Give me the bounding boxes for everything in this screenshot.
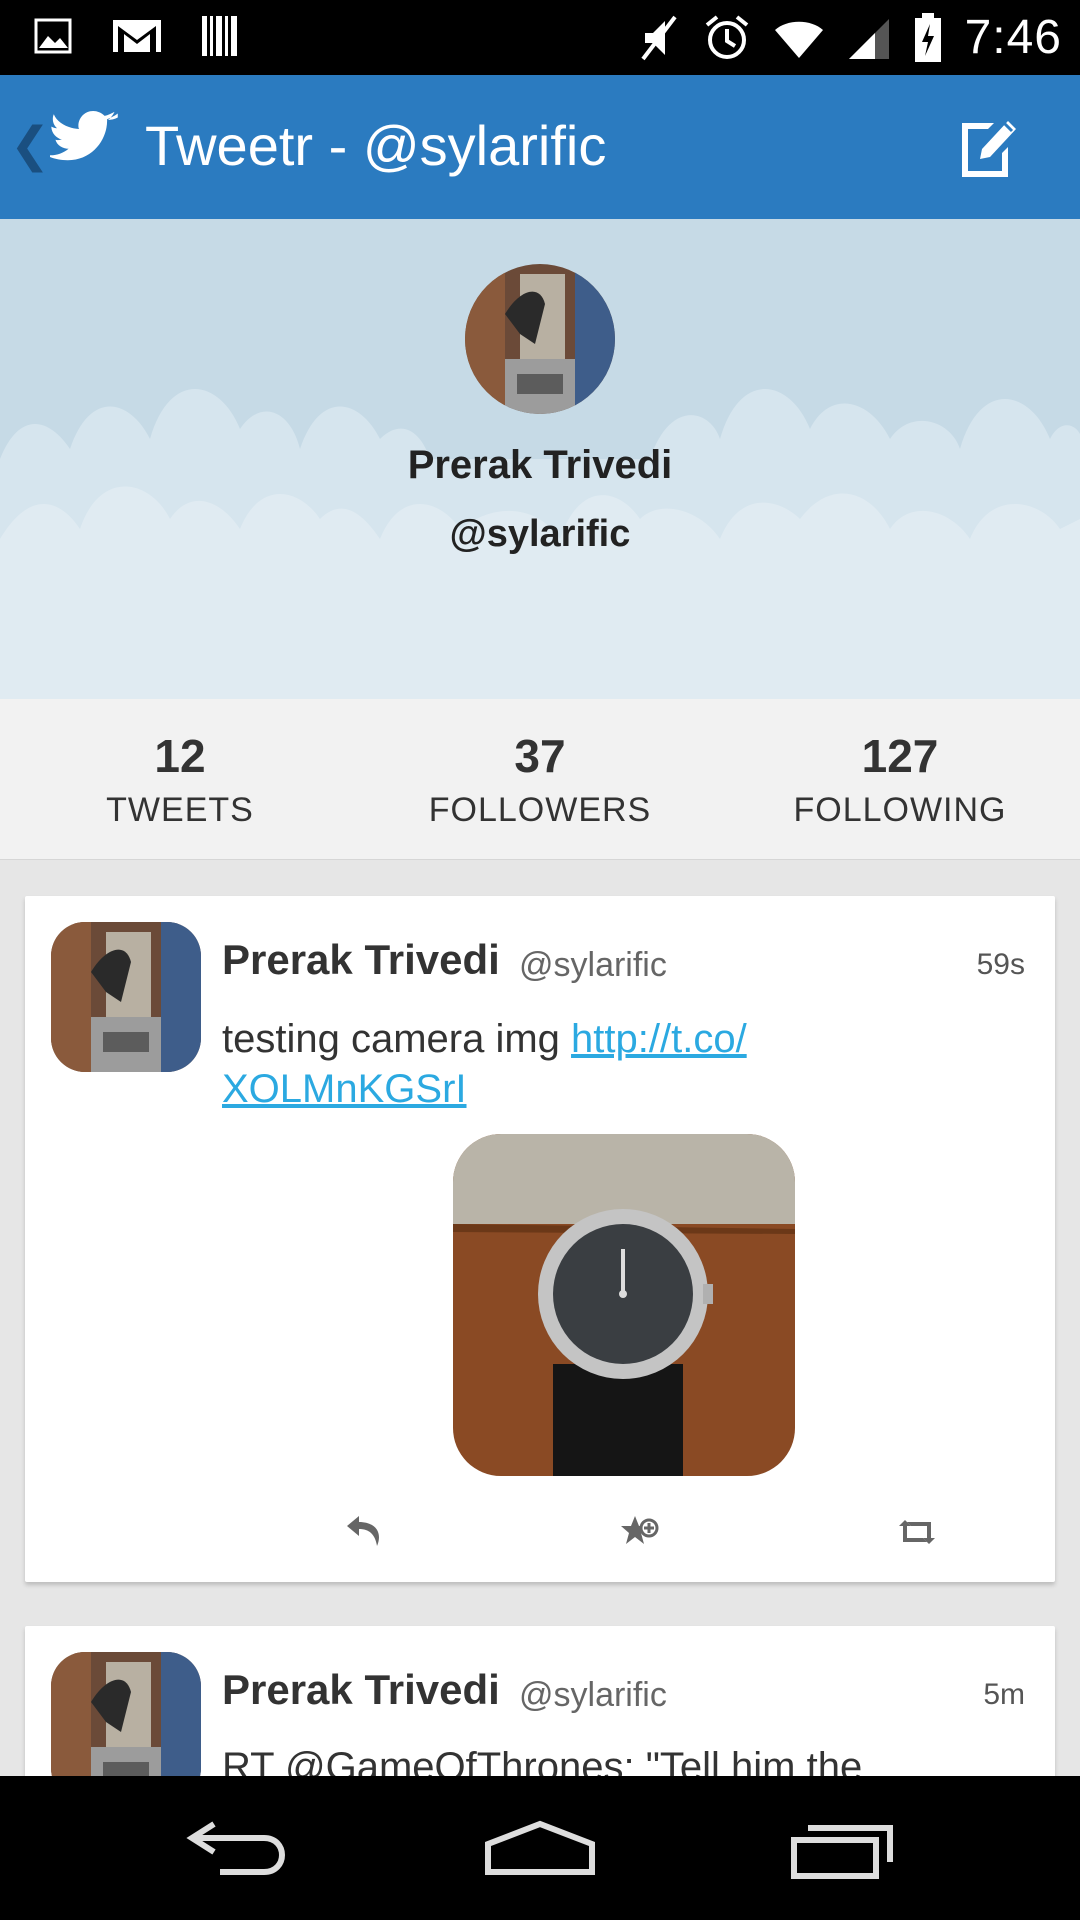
stat-tweets-count: 12 xyxy=(154,730,206,782)
battery-icon xyxy=(914,12,941,62)
app-title: Tweetr - @sylarific xyxy=(145,114,607,177)
compose-icon[interactable] xyxy=(956,115,1018,179)
tweet-actions xyxy=(25,1506,1055,1566)
tweet-timestamp: 5m xyxy=(983,1678,1025,1711)
stat-following[interactable]: 127 FOLLOWING xyxy=(750,729,1050,830)
action-bar: ❮ Tweetr - @sylarific xyxy=(0,75,1080,219)
barcode-icon xyxy=(202,16,237,56)
status-bar: 7:46 xyxy=(0,0,1080,75)
mute-icon xyxy=(640,15,677,60)
tweet-author-name[interactable]: Prerak Trivedi xyxy=(222,1666,500,1714)
chevron-left-icon[interactable]: ❮ xyxy=(10,117,50,173)
clock: 7:46 xyxy=(964,11,1062,64)
avatar[interactable] xyxy=(51,922,201,1072)
stat-followers-count: 37 xyxy=(514,730,566,782)
stat-tweets[interactable]: 12 TWEETS xyxy=(30,729,330,830)
back-icon[interactable] xyxy=(186,1818,292,1878)
recents-icon[interactable] xyxy=(790,1820,896,1880)
gmail-icon xyxy=(113,20,161,52)
alarm-icon xyxy=(705,14,748,59)
retweet-icon[interactable] xyxy=(895,1512,939,1552)
tweet-body: testing camera img xyxy=(222,1017,572,1061)
system-icons: 7:46 xyxy=(637,10,1062,65)
favorite-icon[interactable] xyxy=(619,1512,663,1552)
stat-followers[interactable]: 37 FOLLOWERS xyxy=(390,729,690,830)
profile-header: Prerak Trivedi @sylarific xyxy=(0,219,1080,699)
profile-stats: 12 TWEETS 37 FOLLOWERS 127 FOLLOWING xyxy=(0,699,1080,860)
profile-handle: @sylarific xyxy=(449,513,631,555)
tweet-link-cont[interactable]: XOLMnKGSrI xyxy=(222,1067,467,1111)
wifi-icon xyxy=(774,21,823,58)
notification-icons xyxy=(34,14,240,58)
stat-tweets-label: TWEETS xyxy=(106,791,254,829)
profile-avatar[interactable] xyxy=(465,264,615,414)
tweet-author-handle: @sylarific xyxy=(519,946,667,984)
stat-following-label: FOLLOWING xyxy=(793,791,1007,829)
stat-following-count: 127 xyxy=(861,730,939,782)
image-icon xyxy=(34,18,72,54)
tweet-text: testing camera img http://t.co/ XOLMnKGS… xyxy=(222,1014,1022,1114)
tweet-timestamp: 59s xyxy=(976,948,1025,981)
tweet-card[interactable]: Prerak Trivedi @sylarific 59s testing ca… xyxy=(25,896,1055,1582)
stat-followers-label: FOLLOWERS xyxy=(428,791,652,829)
navigation-bar xyxy=(0,1776,1080,1920)
profile-name: Prerak Trivedi xyxy=(407,443,673,487)
tweet-media-image[interactable] xyxy=(453,1134,795,1476)
tweet-author-name[interactable]: Prerak Trivedi xyxy=(222,936,500,984)
home-icon[interactable] xyxy=(484,1820,596,1876)
twitter-bird-icon[interactable] xyxy=(50,111,120,171)
signal-icon xyxy=(848,18,889,59)
tweet-link[interactable]: http://t.co/ xyxy=(571,1017,747,1061)
tweet-author-handle: @sylarific xyxy=(519,1676,667,1714)
reply-icon[interactable] xyxy=(343,1512,387,1552)
